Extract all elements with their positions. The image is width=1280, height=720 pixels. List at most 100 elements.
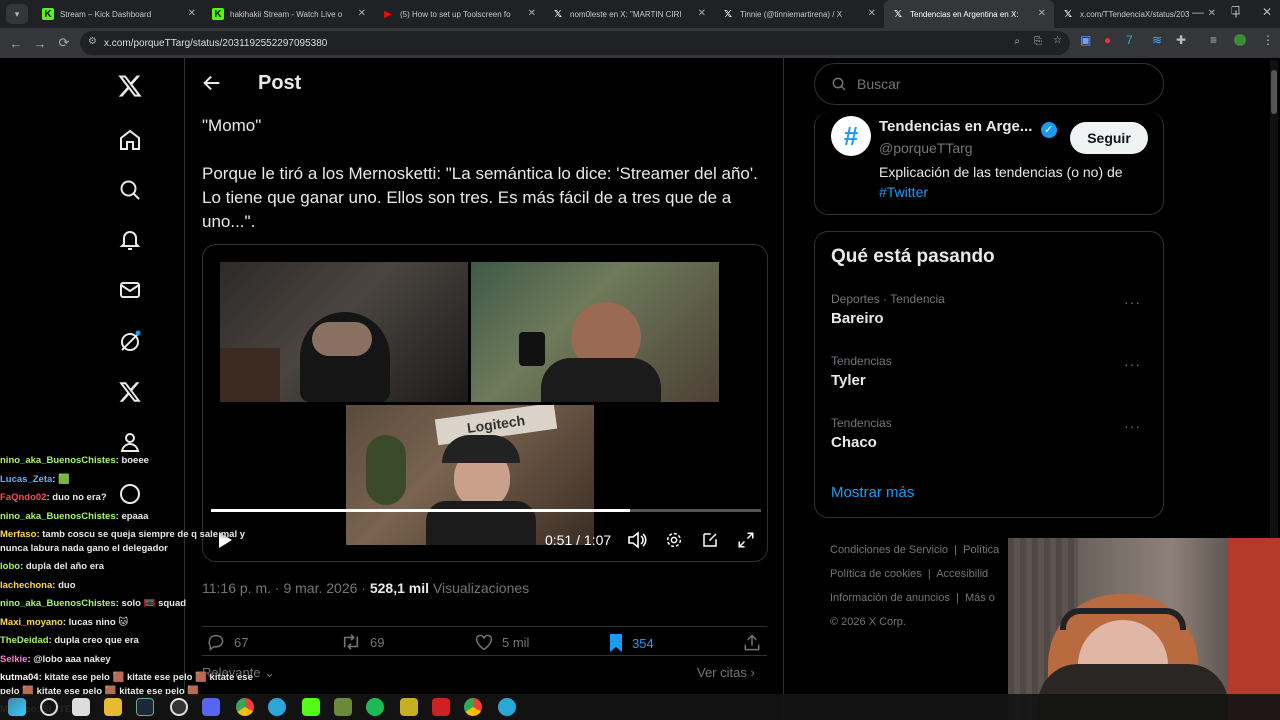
repost-button[interactable]: 69	[340, 633, 384, 651]
footer-terms[interactable]: Condiciones de Servicio	[830, 544, 948, 556]
footer-cookies[interactable]: Política de cookies	[830, 568, 922, 580]
chat-text: epaaa	[121, 510, 149, 522]
chat-username: Maxi_moyano	[0, 616, 63, 628]
site-info-icon[interactable]: ⚙	[88, 36, 97, 47]
extension-wave-icon[interactable]: ≋	[1152, 33, 1162, 47]
tab-close-icon[interactable]: ✕	[868, 8, 876, 19]
footer-ads[interactable]: Información de anuncios	[830, 592, 950, 604]
trend-item[interactable]: Deportes · Tendencia Bareiro ···	[831, 292, 1151, 327]
footer-more[interactable]: Más o	[965, 592, 995, 604]
video-progress-bar[interactable]	[211, 509, 761, 512]
trend-item[interactable]: Tendencias Tyler ···	[831, 354, 1151, 389]
minecraft-icon[interactable]	[334, 698, 352, 716]
kick-icon[interactable]	[302, 698, 320, 716]
more-dots-icon[interactable]: ···	[1124, 294, 1141, 310]
pip-icon[interactable]	[701, 531, 719, 552]
browser-tab[interactable]: 𝕏 Tinnie (@tinniemartirena) / X ✕	[714, 0, 884, 28]
page-title: Post	[258, 72, 302, 94]
url-field[interactable]: ⚙ x.com/porqueTTarg/status/2031192552297…	[80, 31, 1070, 55]
notifications-bell-icon[interactable]	[114, 224, 146, 256]
bookmark-star-icon[interactable]: ☆	[1053, 35, 1062, 46]
steam-icon[interactable]	[136, 698, 154, 716]
premium-x-icon[interactable]	[114, 376, 146, 408]
home-icon[interactable]	[114, 124, 146, 156]
browser-tab[interactable]: Khakihakii Stream - Watch Live o ✕	[204, 0, 374, 28]
reading-list-icon[interactable]: ≡	[1210, 33, 1217, 47]
footer-accessibility[interactable]: Accesibilid	[936, 568, 988, 580]
browser-tab[interactable]: 𝕏 Tendencias en Argentina en X: ✕	[884, 0, 1054, 28]
forward-button[interactable]: →	[28, 36, 52, 51]
profile-name[interactable]: Tendencias en Arge... ✓	[879, 118, 1057, 138]
start-icon[interactable]	[8, 698, 26, 716]
app-glasses-icon[interactable]	[400, 698, 418, 716]
bio-hashtag-link[interactable]: #Twitter	[879, 184, 928, 200]
chrome-active-icon[interactable]	[464, 698, 482, 716]
tab-close-icon[interactable]: ✕	[1208, 8, 1216, 19]
profile-card: # Tendencias en Arge... ✓ @porqueTTarg S…	[814, 112, 1164, 215]
back-arrow-icon[interactable]	[201, 72, 223, 99]
chat-message: lachechona: duo	[0, 577, 260, 596]
x-logo-icon[interactable]	[114, 70, 146, 102]
more-dots-icon[interactable]: ···	[1124, 356, 1141, 372]
app-c-icon[interactable]	[268, 698, 286, 716]
tab-close-icon[interactable]: ✕	[698, 8, 706, 19]
settings-gear-icon[interactable]	[665, 531, 683, 552]
search-icon[interactable]	[114, 174, 146, 206]
app-lines-icon[interactable]	[366, 698, 384, 716]
search-icon[interactable]	[40, 698, 58, 716]
explorer-icon[interactable]	[104, 698, 122, 716]
share-icon[interactable]	[742, 633, 770, 653]
menu-dots-icon[interactable]: ⋮	[1262, 33, 1274, 47]
tab-close-icon[interactable]: ✕	[528, 8, 536, 19]
browser-tab[interactable]: ▶ (5) How to set up Toolscreen fo ✕	[374, 0, 544, 28]
tab-search-button[interactable]: ▾	[6, 4, 28, 24]
translate-icon[interactable]: ⎘	[1034, 36, 1042, 47]
extensions-puzzle-icon[interactable]: ✚	[1176, 33, 1186, 47]
profile-avatar-icon[interactable]	[1234, 34, 1246, 46]
extension-icon[interactable]: ▣	[1080, 33, 1091, 47]
fullscreen-icon[interactable]	[737, 531, 755, 552]
back-button[interactable]: ←	[4, 36, 28, 51]
grok-icon[interactable]	[114, 326, 146, 358]
close-window-button[interactable]: ✕	[1262, 5, 1272, 19]
chat-message: FaQndo02: duo no era?	[0, 489, 260, 508]
volume-icon[interactable]	[627, 531, 647, 552]
discord-icon[interactable]	[202, 698, 220, 716]
post-date[interactable]: 9 mar. 2026	[283, 580, 357, 596]
tab-close-icon[interactable]: ✕	[1038, 8, 1046, 19]
taskview-icon[interactable]	[72, 698, 90, 716]
follow-button[interactable]: Seguir	[1070, 122, 1148, 154]
browser-tab[interactable]: K Stream – Kick Dashboard ✕	[34, 0, 204, 28]
trend-category: Tendencias	[831, 354, 892, 368]
tab-close-icon[interactable]: ✕	[358, 8, 366, 19]
trend-name: Bareiro	[831, 310, 884, 327]
minimize-button[interactable]: —	[1192, 5, 1204, 19]
video-player[interactable]: Logitech 0:51 / 1:07	[202, 244, 768, 562]
browser-tab[interactable]: 𝕏nom0leste en X: "MARTIN CIRI ✕	[544, 0, 714, 28]
reload-button[interactable]: ⟳	[52, 35, 76, 51]
like-button[interactable]: 5 mil	[474, 633, 529, 651]
show-more-link[interactable]: Mostrar más	[831, 484, 914, 501]
tab-close-icon[interactable]: ✕	[188, 8, 196, 19]
app-red-icon[interactable]	[432, 698, 450, 716]
trend-item[interactable]: Tendencias Chaco ···	[831, 416, 1151, 451]
more-dots-icon[interactable]: ···	[1124, 418, 1141, 434]
messages-envelope-icon[interactable]	[114, 274, 146, 306]
extension-red-icon[interactable]: ●	[1104, 33, 1111, 47]
ver-citas-link[interactable]: Ver citas ›	[697, 665, 755, 680]
restore-button[interactable]: ❐	[1231, 6, 1240, 17]
search-box[interactable]: Buscar	[814, 63, 1164, 105]
post-header: Post	[185, 58, 785, 110]
chat-text: lucas nino 🐱	[68, 616, 129, 628]
post-actions: 67 69 5 mil 354	[202, 626, 767, 656]
bookmark-button[interactable]: 354	[608, 633, 654, 653]
zoom-icon[interactable]: ⌕	[1014, 36, 1020, 47]
chrome-icon[interactable]	[236, 698, 254, 716]
obs-icon[interactable]	[170, 698, 188, 716]
avatar[interactable]: #	[831, 116, 871, 156]
video-progress-fill	[211, 509, 631, 512]
app-c2-icon[interactable]	[498, 698, 516, 716]
extension-7tv-icon[interactable]: 7	[1126, 33, 1133, 47]
chat-message: nino_aka_BuenosChistes: epaaa	[0, 508, 260, 527]
footer-policy[interactable]: Política	[963, 544, 999, 556]
